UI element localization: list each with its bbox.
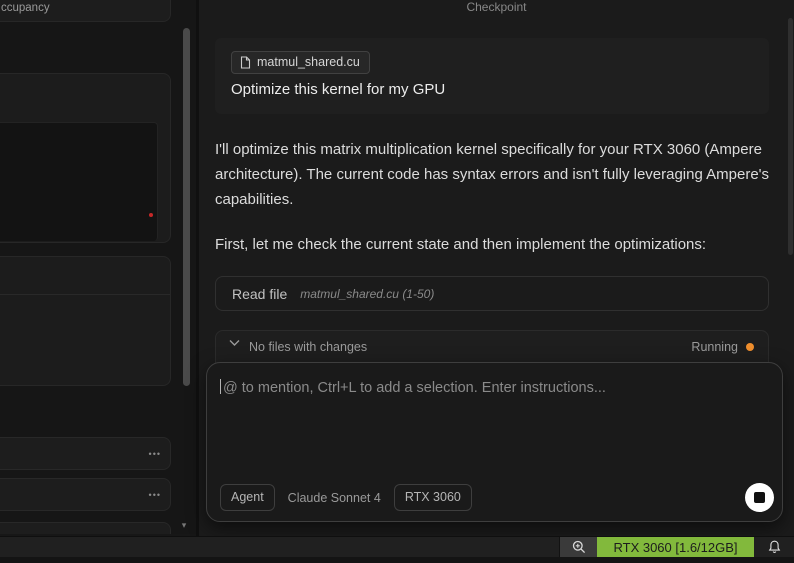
left-scrollbar[interactable] — [183, 28, 190, 386]
file-icon — [240, 56, 251, 69]
checkpoint-label: Checkpoint — [199, 0, 794, 14]
text-caret — [220, 379, 221, 394]
running-status-dot — [746, 343, 754, 351]
left-lower-panel — [0, 256, 171, 386]
composer: @ to mention, Ctrl+L to add a selection.… — [206, 362, 783, 522]
files-changes-label: No files with changes — [249, 340, 367, 354]
assistant-paragraph: First, let me check the current state an… — [215, 232, 775, 257]
composer-toolbar: Agent Claude Sonnet 4 RTX 3060 — [220, 483, 774, 512]
left-chart-panel — [0, 73, 171, 243]
read-file-tool-card[interactable]: Read file matmul_shared.cu (1-50) — [215, 276, 769, 311]
occupancy-label: ccupancy — [1, 2, 50, 14]
gpu-status-badge[interactable]: RTX 3060 [1.6/12GB] — [597, 537, 754, 557]
file-chip-label: matmul_shared.cu — [257, 55, 360, 69]
stop-icon — [754, 492, 765, 503]
tool-target-label: matmul_shared.cu (1-50) — [300, 287, 434, 301]
gpu-selector-button[interactable]: RTX 3060 — [394, 484, 472, 511]
bell-icon — [768, 540, 781, 554]
left-list-row[interactable]: ••• — [0, 478, 171, 511]
composer-placeholder: @ to mention, Ctrl+L to add a selection.… — [223, 380, 606, 396]
agent-mode-button[interactable]: Agent — [220, 484, 275, 511]
more-options-icon[interactable]: ••• — [149, 449, 161, 459]
more-options-icon[interactable]: ••• — [149, 490, 161, 500]
window-bottom-strip — [0, 557, 794, 563]
left-list-row[interactable]: ••• — [0, 437, 171, 470]
occupancy-panel: ccupancy — [0, 0, 171, 22]
chevron-down-icon — [229, 339, 240, 347]
panel-divider — [0, 294, 170, 295]
tool-action-label: Read file — [232, 286, 287, 302]
model-selector[interactable]: Claude Sonnet 4 — [288, 491, 381, 505]
chat-scrollbar[interactable] — [788, 18, 793, 255]
running-status-label: Running — [691, 340, 738, 354]
user-message-text: Optimize this kernel for my GPU — [231, 81, 769, 98]
assistant-paragraph: I'll optimize this matrix multiplication… — [215, 137, 775, 212]
status-bar: RTX 3060 [1.6/12GB] — [0, 536, 794, 557]
composer-input[interactable]: @ to mention, Ctrl+L to add a selection.… — [207, 363, 782, 396]
user-message-card: matmul_shared.cu Optimize this kernel fo… — [215, 38, 769, 114]
notifications-button[interactable] — [754, 537, 794, 557]
chat-panel: Checkpoint matmul_shared.cu Optimize thi… — [196, 0, 794, 536]
collapse-arrow-icon[interactable]: ▾ — [176, 518, 192, 532]
left-chart-plot-area — [0, 122, 158, 241]
left-editor-region: ccupancy ••• ••• ▾ — [0, 0, 196, 534]
file-attachment-chip[interactable]: matmul_shared.cu — [231, 51, 370, 74]
left-list-row[interactable] — [0, 522, 171, 534]
zoom-in-button[interactable] — [560, 537, 597, 557]
red-data-dot — [149, 213, 153, 217]
stop-generation-button[interactable] — [745, 483, 774, 512]
zoom-in-icon — [572, 540, 586, 554]
